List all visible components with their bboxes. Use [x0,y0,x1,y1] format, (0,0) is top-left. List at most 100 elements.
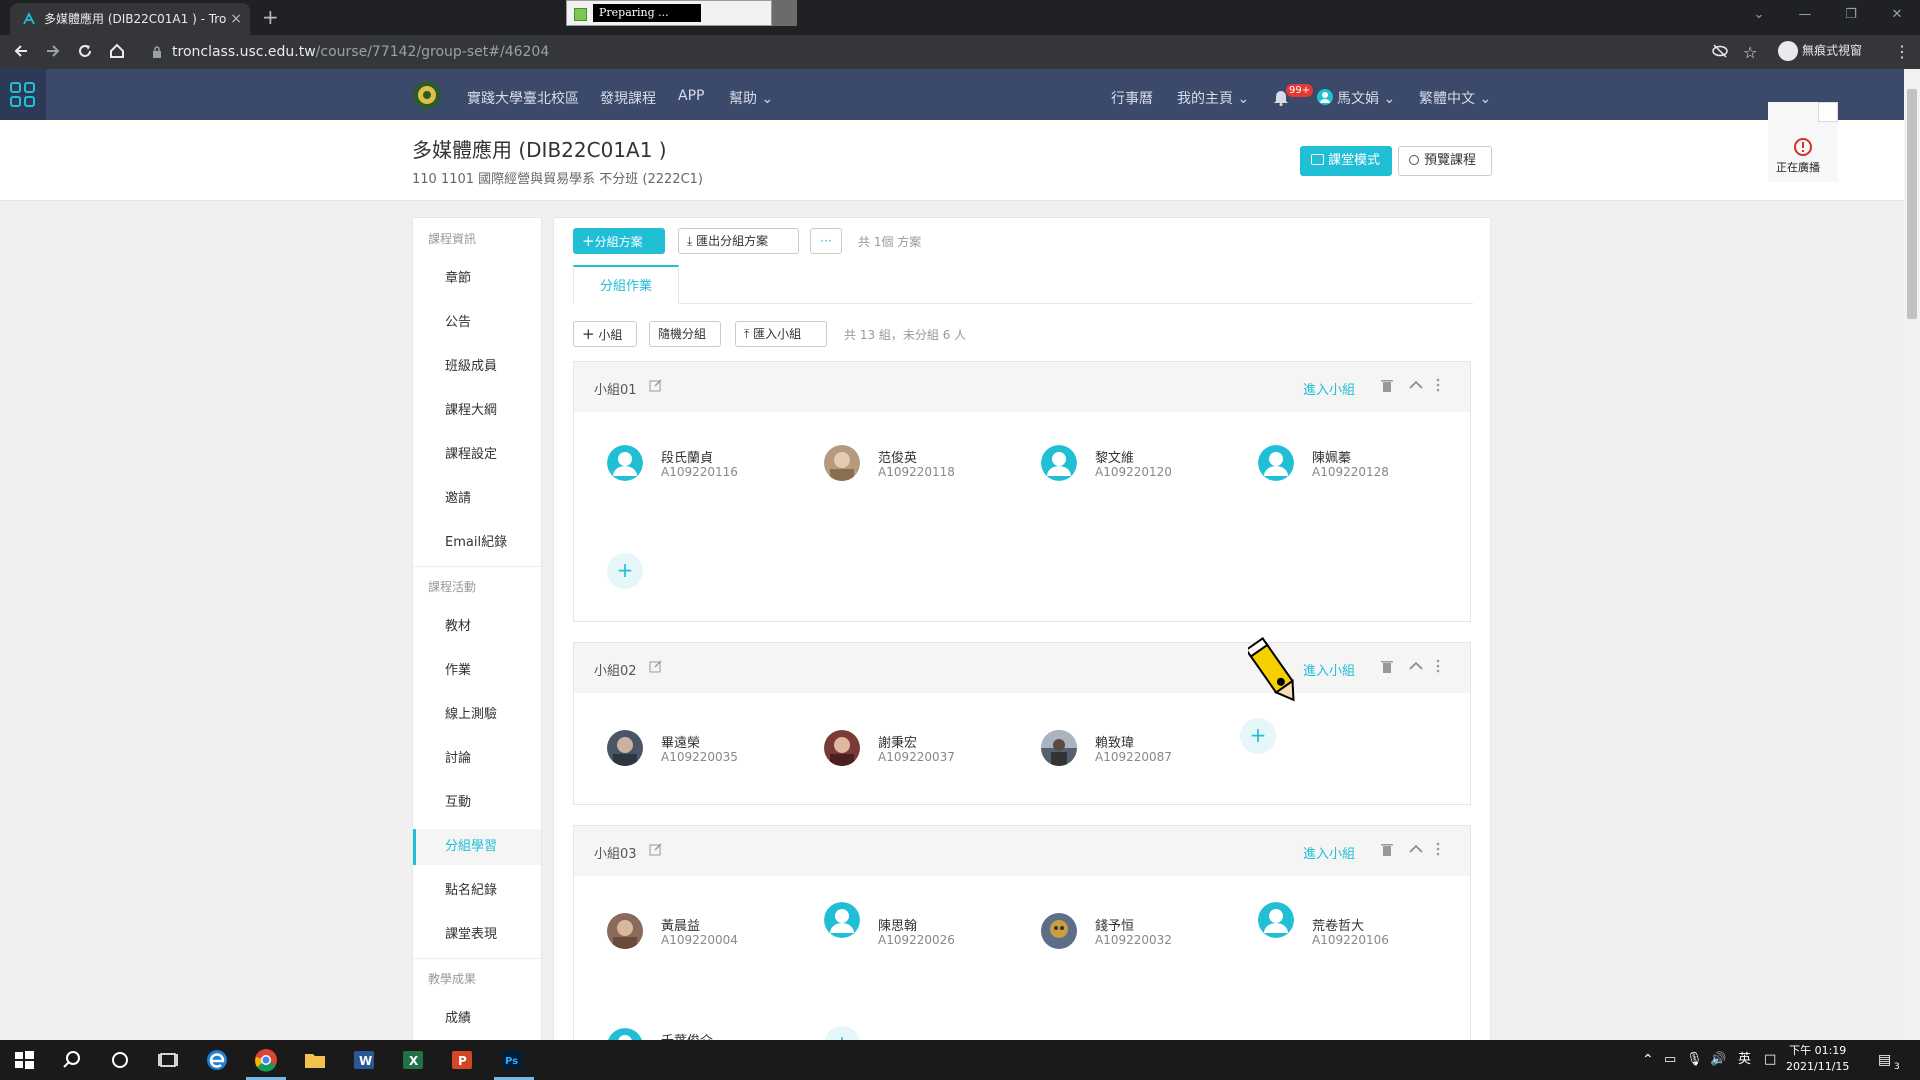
tab-search-icon[interactable]: ⌄ [1736,0,1782,30]
group-member[interactable]: 陳思翰 A109220026 [824,900,1024,947]
browser-menu-icon[interactable]: ⋮ [1894,42,1910,61]
chevron-up-icon[interactable] [1409,661,1423,670]
enter-group-link[interactable]: 進入小組 [1303,379,1355,398]
edge-icon[interactable] [205,1048,229,1072]
browser-tab[interactable]: 多媒體應用 (DIB22C01A1 ) - Tro × [10,3,250,35]
classroom-mode-button[interactable]: 課堂模式 [1300,146,1392,176]
drag-handle-icon[interactable] [1436,659,1440,673]
restore-icon[interactable]: ❐ [1828,0,1874,30]
sidebar-item-attendance[interactable]: 點名紀錄 [413,873,541,909]
nav-language[interactable]: 繁體中文 ⌄ [1419,88,1491,108]
import-group-button[interactable]: ⤒ 匯入小組 [735,321,827,347]
chevron-up-icon[interactable] [1409,380,1423,389]
sidebar-item-online-quiz[interactable]: 線上測驗 [413,697,541,733]
sidebar-item-discussion[interactable]: 討論 [413,741,541,777]
drag-handle-icon[interactable] [1436,842,1440,856]
sidebar-item-members[interactable]: 班級成員 [413,349,541,385]
nav-user[interactable]: 馬文娟 ⌄ [1337,88,1395,108]
sidebar-item-performance[interactable]: 課堂表現 [413,917,541,953]
new-tab-button[interactable]: + [262,3,279,31]
windows-start-icon[interactable] [12,1048,36,1072]
sidebar-item-grades[interactable]: 成績 [413,1001,541,1037]
drag-handle-icon[interactable] [1436,378,1440,392]
nav-my-home[interactable]: 我的主頁 ⌄ [1177,88,1249,108]
word-icon[interactable]: W [352,1048,376,1072]
group-member[interactable]: 段氏蘭貞 A109220116 [607,443,807,483]
sidebar-item-settings[interactable]: 課程設定 [413,437,541,473]
sidebar-item-materials[interactable]: 教材 [413,609,541,645]
edit-icon[interactable] [649,660,662,673]
ime-mode-icon[interactable]: □ [1764,1048,1788,1072]
minimize-icon[interactable]: — [1782,0,1828,30]
home-icon[interactable] [108,42,126,60]
group-member[interactable]: 賴致瑋 A109220087 [1041,728,1241,768]
taskbar-clock[interactable]: 下午 01:19 2021/11/15 [1786,1043,1849,1075]
sidebar-item-invite[interactable]: 邀請 [413,481,541,517]
sidebar-item-group-learning[interactable]: 分組學習 [413,829,541,865]
edit-icon[interactable] [649,843,662,856]
sidebar-item-interaction[interactable]: 互動 [413,785,541,821]
network-icon[interactable]: ▭ [1664,1048,1688,1072]
user-avatar-icon[interactable] [1317,89,1333,105]
chrome-icon[interactable] [254,1048,278,1072]
group-member[interactable]: 陳姵蓁 A109220128 [1258,443,1458,483]
enter-group-link[interactable]: 進入小組 [1303,843,1355,862]
cortana-icon[interactable] [108,1048,132,1072]
group-member[interactable]: 范俊英 A109220118 [824,443,1024,483]
trash-icon[interactable] [1381,379,1393,392]
group-member[interactable]: 黃晨益 A109220004 [607,911,807,951]
nav-school[interactable]: 實踐大學臺北校區 [467,88,579,108]
broadcast-indicator[interactable]: 正在廣播 [1768,102,1838,182]
tray-chevron-up-icon[interactable]: ⌃ [1642,1048,1666,1072]
photoshop-icon[interactable]: Ps [500,1048,524,1072]
add-member-button[interactable]: + [607,553,643,589]
group-member[interactable]: 畢遠榮 A109220035 [607,728,807,768]
task-view-icon[interactable] [156,1048,180,1072]
forward-icon[interactable] [44,42,62,60]
enter-group-link[interactable]: 進入小組 [1303,660,1355,679]
sidebar-item-announcements[interactable]: 公告 [413,305,541,341]
sidebar-item-syllabus[interactable]: 課程大綱 [413,393,541,429]
group-member[interactable]: 錢予恒 A109220032 [1041,911,1241,951]
eye-off-icon[interactable] [1712,44,1728,58]
nav-help[interactable]: 幫助 ⌄ [729,88,773,108]
trash-icon[interactable] [1381,843,1393,856]
nav-calendar[interactable]: 行事曆 [1111,88,1153,108]
incognito-indicator[interactable]: 無痕式視窗 [1778,41,1862,61]
tab-group-assignment[interactable]: 分組作業 [573,265,679,304]
export-plan-button[interactable]: ⤓ 匯出分組方案 [678,228,799,254]
app-grid-icon[interactable] [0,69,46,120]
scrollbar-thumb[interactable] [1907,89,1917,319]
sidebar-item-homework[interactable]: 作業 [413,653,541,689]
back-icon[interactable] [12,42,30,60]
search-icon[interactable] [60,1048,84,1072]
chevron-up-icon[interactable] [1409,844,1423,853]
page-scrollbar[interactable] [1904,69,1920,1040]
lock-icon[interactable] [152,46,162,58]
close-window-icon[interactable]: ✕ [1874,0,1920,30]
excel-icon[interactable]: X [401,1048,425,1072]
add-plan-button[interactable]: +分組方案 [573,228,665,254]
bookmark-star-icon[interactable]: ☆ [1743,43,1757,62]
sidebar-item-email-log[interactable]: Email紀錄 [413,525,541,561]
reload-icon[interactable] [76,42,94,60]
add-member-button[interactable]: + [1240,718,1276,754]
nav-discover-courses[interactable]: 發現課程 [600,88,656,108]
trash-icon[interactable] [1381,660,1393,673]
microphone-icon[interactable]: 🎙 [1686,1048,1710,1072]
group-member[interactable]: 謝秉宏 A109220037 [824,728,1024,768]
tab-close-icon[interactable]: × [230,3,242,35]
add-group-button[interactable]: + 小組 [573,321,637,347]
sidebar-item-chapters[interactable]: 章節 [413,261,541,297]
school-logo-icon[interactable] [412,80,442,110]
group-member[interactable]: 黎文維 A109220120 [1041,443,1241,483]
edit-icon[interactable] [649,379,662,392]
nav-app[interactable]: APP [678,88,704,104]
preview-course-button[interactable]: 預覽課程 [1398,146,1492,176]
address-bar[interactable]: tronclass.usc.edu.tw/course/77142/group-… [172,44,549,60]
ime-indicator[interactable]: 英 [1738,1048,1762,1072]
more-button[interactable]: ··· [810,228,842,254]
random-group-button[interactable]: 隨機分組 [649,321,721,347]
powerpoint-icon[interactable]: P [450,1048,474,1072]
volume-icon[interactable]: 🔊 [1710,1048,1734,1072]
